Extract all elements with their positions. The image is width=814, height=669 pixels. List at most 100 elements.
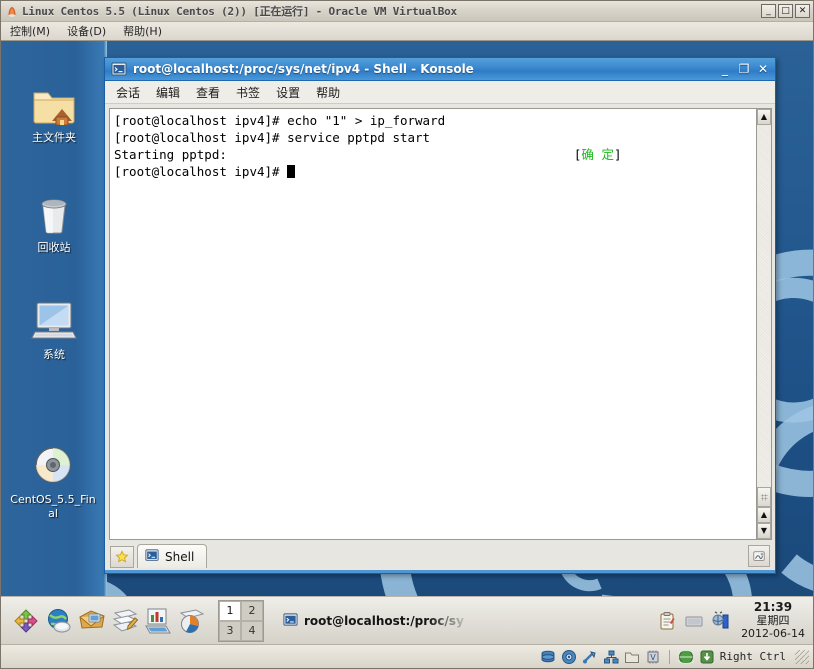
- clock-time: 21:39: [753, 600, 793, 614]
- vbox-close-button[interactable]: ✕: [795, 4, 810, 18]
- scrollbar-down-arrow[interactable]: ▼: [757, 523, 771, 539]
- scrollbar-track[interactable]: [757, 125, 771, 487]
- workspace-4[interactable]: 4: [241, 620, 263, 641]
- workspace-3[interactable]: 3: [219, 620, 241, 641]
- konsole-tab-icon: [145, 548, 159, 565]
- terminal-line-prompt: [root@localhost ipv4]#: [114, 163, 754, 180]
- terminal-output[interactable]: [root@localhost ipv4]# echo "1" > ip_for…: [110, 109, 756, 539]
- virtualbox-window: Linux Centos 5.5 (Linux Centos (2)) [正在运…: [0, 0, 814, 669]
- session-options-icon: [753, 551, 765, 561]
- task-button-label: root@localhost:/proc/sy: [304, 613, 464, 628]
- shared-folder-icon[interactable]: [624, 649, 640, 665]
- cd-dvd-icon[interactable]: [561, 649, 577, 665]
- menu-help[interactable]: 帮助(H): [120, 22, 165, 40]
- menu-view[interactable]: 查看: [193, 83, 223, 102]
- vbox-minimize-button[interactable]: _: [761, 4, 776, 18]
- konsole-body: [root@localhost ipv4]# echo "1" > ip_for…: [105, 104, 775, 540]
- statusbar-separator: [668, 649, 670, 664]
- desktop-icon-home-label: 主文件夹: [32, 131, 76, 144]
- desktop-icon-cdrom-label: CentOS_5.5_Final: [10, 493, 96, 520]
- terminal-scrollbar[interactable]: ▲ ▲ ▼: [756, 108, 772, 540]
- computer-icon: [30, 296, 78, 344]
- konsole-window: root@localhost:/proc/sys/net/ipv4 - Shel…: [104, 57, 776, 574]
- resize-grip-icon[interactable]: [795, 649, 809, 664]
- terminal-cursor: [287, 165, 296, 178]
- clipboard-icon[interactable]: [657, 611, 677, 631]
- terminal-line-text: Starting pptpd:: [114, 147, 227, 162]
- virtualization-icon[interactable]: V: [645, 649, 661, 665]
- scrollbar-grip-icon: [760, 493, 768, 501]
- terminal-status-ok: 确 定: [581, 147, 614, 162]
- desktop-icon-home[interactable]: 主文件夹: [8, 79, 100, 145]
- konsole-icon: [111, 61, 127, 77]
- menu-devices[interactable]: 设备(D): [64, 22, 109, 40]
- terminal-line: Starting pptpd: [确 定]: [114, 146, 754, 163]
- home-folder-icon: [30, 79, 78, 127]
- konsole-close-button[interactable]: ✕: [755, 61, 771, 77]
- virtualbox-icon: [5, 4, 19, 18]
- menu-help[interactable]: 帮助: [313, 83, 343, 102]
- konsole-titlebar[interactable]: root@localhost:/proc/sys/net/ipv4 - Shel…: [105, 58, 775, 81]
- menu-settings[interactable]: 设置: [273, 83, 303, 102]
- tab-shell-label: Shell: [165, 549, 195, 564]
- web-browser-icon[interactable]: [44, 606, 74, 636]
- desktop-icon-trash-label: 回收站: [37, 241, 71, 254]
- menu-control[interactable]: 控制(M): [7, 22, 53, 40]
- desktop-icon-computer-label: 系统: [43, 348, 65, 361]
- panel-tasklist: root@localhost:/proc/sy: [270, 608, 657, 634]
- konsole-window-controls: _ ❐ ✕: [717, 61, 771, 77]
- session-options-button[interactable]: [748, 545, 770, 567]
- terminal-line: [root@localhost ipv4]# echo "1" > ip_for…: [114, 113, 446, 128]
- terminal-frame: [root@localhost ipv4]# echo "1" > ip_for…: [109, 108, 756, 540]
- konsole-status-line: [105, 570, 775, 573]
- virtualbox-title: Linux Centos 5.5 (Linux Centos (2)) [正在运…: [22, 5, 457, 18]
- workspace-pager[interactable]: 1 2 3 4: [218, 599, 264, 642]
- konsole-maximize-button[interactable]: ❐: [736, 61, 752, 77]
- host-key-icon[interactable]: [699, 649, 715, 665]
- trash-icon: [30, 189, 78, 237]
- desktop-icon-computer[interactable]: 系统: [8, 296, 100, 362]
- konsole-task-icon: [283, 612, 298, 630]
- email-icon[interactable]: [77, 606, 107, 636]
- presentation-icon[interactable]: [176, 606, 206, 636]
- new-session-icon: [115, 550, 129, 563]
- scrollbar-thumb[interactable]: [757, 487, 771, 507]
- svg-text:V: V: [650, 653, 656, 662]
- clock-date: 2012-06-14: [741, 627, 805, 640]
- network-icon[interactable]: [603, 649, 619, 665]
- konsole-menubar: 会话 编辑 查看 书签 设置 帮助: [105, 81, 775, 104]
- menu-session[interactable]: 会话: [113, 83, 143, 102]
- desktop-panel: 1 2 3 4 root@localhost:/proc/sy 21:39 星期…: [1, 596, 813, 644]
- display-icon[interactable]: [684, 611, 704, 631]
- clock-weekday: 星期四: [756, 614, 790, 627]
- globe-icon[interactable]: [675, 649, 697, 665]
- new-session-button[interactable]: [110, 546, 134, 568]
- writer-icon[interactable]: [110, 606, 140, 636]
- guest-screen: 主文件夹 回收站 系统 CentOS_5.5_Final root@localh…: [1, 41, 813, 644]
- konsole-title: root@localhost:/proc/sys/net/ipv4 - Shel…: [133, 62, 474, 76]
- task-button-konsole[interactable]: root@localhost:/proc/sy: [274, 608, 473, 634]
- panel-clock[interactable]: 21:39 星期四 2012-06-14: [737, 600, 813, 641]
- vbox-maximize-button[interactable]: □: [778, 4, 793, 18]
- workspace-1[interactable]: 1: [219, 600, 241, 621]
- virtualbox-statusbar: V Right Ctrl: [1, 644, 813, 668]
- terminal-status-bracket-close: ]: [613, 147, 622, 162]
- usb-icon[interactable]: [582, 649, 598, 665]
- cdrom-icon: [29, 441, 77, 489]
- desktop-icon-cdrom[interactable]: CentOS_5.5_Final: [7, 441, 99, 521]
- spreadsheet-icon[interactable]: [143, 606, 173, 636]
- menu-bookmarks[interactable]: 书签: [233, 83, 263, 102]
- hard-disk-icon[interactable]: [540, 649, 556, 665]
- menu-edit[interactable]: 编辑: [153, 83, 183, 102]
- desktop-icon-trash[interactable]: 回收站: [8, 189, 100, 255]
- scrollbar-up-arrow[interactable]: ▲: [757, 109, 771, 125]
- workspace-2[interactable]: 2: [241, 600, 263, 621]
- virtualbox-menubar: 控制(M) 设备(D) 帮助(H): [1, 22, 813, 41]
- konsole-minimize-button[interactable]: _: [717, 61, 733, 77]
- scrollbar-up-arrow-bottom[interactable]: ▲: [757, 507, 771, 523]
- virtualbox-window-controls: _ □ ✕: [761, 4, 810, 18]
- terminal-line: [root@localhost ipv4]# service pptpd sta…: [114, 130, 431, 145]
- network-monitor-icon[interactable]: [711, 610, 731, 631]
- tab-shell[interactable]: Shell: [137, 544, 208, 568]
- show-desktop-icon[interactable]: [11, 606, 41, 636]
